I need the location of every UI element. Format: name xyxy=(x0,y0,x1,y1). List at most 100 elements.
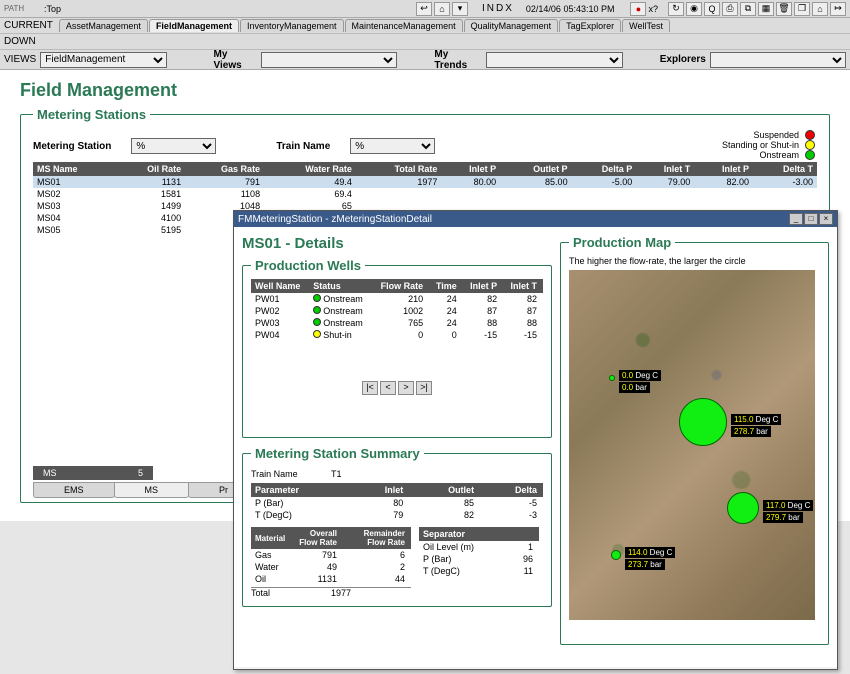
close-button[interactable]: × xyxy=(819,213,833,225)
bottom-tab-ms[interactable]: MS xyxy=(114,482,190,498)
green-dot-icon xyxy=(805,150,815,160)
detail-title: MS01 - Details xyxy=(242,235,552,252)
wells-pager: |< < > >| xyxy=(251,381,543,395)
train-name-value: T1 xyxy=(331,469,342,479)
total-label: Total xyxy=(251,588,321,598)
window-icon[interactable]: ❐ xyxy=(794,2,810,16)
map-pressure-label: 0.0 bar xyxy=(619,382,650,393)
exit-icon[interactable]: ↦ xyxy=(830,2,846,16)
refresh-icon[interactable]: ↻ xyxy=(668,2,684,16)
search-icon[interactable]: Q xyxy=(704,2,720,16)
map-well-circle[interactable] xyxy=(727,492,759,524)
filter-row: Metering Station % Train Name % xyxy=(33,138,817,154)
table-row[interactable]: MS01113179149.4197780.0085.00-5.0079.008… xyxy=(33,176,817,188)
train-filter-label: Train Name xyxy=(276,141,330,152)
minimize-button[interactable]: _ xyxy=(789,213,803,225)
map-temp-label: 115.0 Deg C xyxy=(731,414,781,425)
map-temp-label: 0.0 Deg C xyxy=(619,370,661,381)
page-title: Field Management xyxy=(20,80,830,101)
tab-qualitymanagement[interactable]: QualityManagement xyxy=(464,19,559,32)
current-label: CURRENT xyxy=(4,20,53,31)
module-tabs: AssetManagementFieldManagementInventoryM… xyxy=(59,19,671,32)
explorers-label: Explorers xyxy=(660,54,706,65)
separator-header: Separator xyxy=(419,527,539,541)
path-value: :Top xyxy=(44,4,61,14)
train-filter-select[interactable]: % xyxy=(350,138,435,154)
back-icon[interactable]: ↩ xyxy=(416,2,432,16)
copy-icon[interactable]: ⧉ xyxy=(740,2,756,16)
window-titlebar[interactable]: FMMeteringStation - zMeteringStationDeta… xyxy=(234,211,837,227)
summary-legend: Metering Station Summary xyxy=(251,446,424,461)
current-row: CURRENT AssetManagementFieldManagementIn… xyxy=(0,18,850,34)
status-legend: Suspended Standing or Shut-in Onstream xyxy=(722,130,815,160)
red-dot-icon xyxy=(805,130,815,140)
tab-assetmanagement[interactable]: AssetManagement xyxy=(59,19,148,32)
legend-onstream: Onstream xyxy=(759,150,799,160)
legend-standing: Standing or Shut-in xyxy=(722,140,799,150)
map-well-circle[interactable] xyxy=(611,550,621,560)
table-row[interactable]: PW01Onstream210248282 xyxy=(251,293,543,305)
grid-icon[interactable]: ▦ xyxy=(758,2,774,16)
tab-welltest[interactable]: WellTest xyxy=(622,19,670,32)
dropdown-icon[interactable]: ▾ xyxy=(452,2,468,16)
train-name-label: Train Name xyxy=(251,469,321,479)
footer-count: 5 xyxy=(123,466,153,480)
summary-fieldset: Metering Station Summary Train NameT1 Pa… xyxy=(242,446,552,607)
down-row: DOWN xyxy=(0,34,850,50)
map-pressure-label: 278.7 bar xyxy=(731,426,771,437)
total-value: 1977 xyxy=(331,588,351,598)
footer-label: MS xyxy=(33,466,123,480)
map-legend: Production Map xyxy=(569,235,675,250)
down-label: DOWN xyxy=(4,36,36,47)
map-well-circle[interactable] xyxy=(679,398,727,446)
map-well-circle[interactable] xyxy=(609,375,615,381)
wells-table: Well NameStatusFlow RateTimeInlet PInlet… xyxy=(251,279,543,341)
yellow-dot-icon xyxy=(805,140,815,150)
table-row[interactable]: PW04Shut-in00-15-15 xyxy=(251,329,543,341)
material-table: MaterialOverall Flow RateRemainder Flow … xyxy=(251,527,411,585)
map-fieldset: Production Map The higher the flow-rate,… xyxy=(560,235,829,645)
maximize-button[interactable]: □ xyxy=(804,213,818,225)
tab-maintenancemanagement[interactable]: MaintenanceManagement xyxy=(345,19,463,32)
legend-suspended: Suspended xyxy=(753,130,799,140)
first-page-button[interactable]: |< xyxy=(362,381,378,395)
help-x[interactable]: x? xyxy=(648,4,658,14)
tab-tagexplorer[interactable]: TagExplorer xyxy=(559,19,621,32)
myviews-dropdown[interactable] xyxy=(261,52,397,68)
ms-filter-label: Metering Station xyxy=(33,141,111,152)
last-page-button[interactable]: >| xyxy=(416,381,432,395)
map-pressure-label: 273.7 bar xyxy=(625,559,665,570)
map-temp-label: 117.0 Deg C xyxy=(763,500,813,511)
production-map: 0.0 Deg C0.0 bar 115.0 Deg C278.7 bar 117.… xyxy=(569,270,815,620)
wells-fieldset: Production Wells Well NameStatusFlow Rat… xyxy=(242,258,552,438)
separator-table: Separator Oil Level (m)1P (Bar)96T (DegC… xyxy=(419,527,539,577)
table-row[interactable]: MS021581110869.4 xyxy=(33,188,817,200)
mytrends-label: My Trends xyxy=(434,49,482,71)
mytrends-dropdown[interactable] xyxy=(486,52,622,68)
views-row: VIEWS FieldManagement My Views My Trends… xyxy=(0,50,850,70)
delete-icon[interactable]: 🗑 xyxy=(776,2,792,16)
views-dropdown[interactable]: FieldManagement xyxy=(40,52,166,68)
indx-logo: INDX xyxy=(482,3,514,14)
top-toolbar: PATH :Top ↩ ⌂ ▾ INDX 02/14/06 05:43:10 P… xyxy=(0,0,850,18)
table-row[interactable]: PW03Onstream765248888 xyxy=(251,317,543,329)
tab-fieldmanagement[interactable]: FieldManagement xyxy=(149,19,239,32)
detail-window: FMMeteringStation - zMeteringStationDeta… xyxy=(233,210,838,670)
bottom-tab-ems[interactable]: EMS xyxy=(33,482,115,498)
help-icon[interactable]: ● xyxy=(630,2,646,16)
explorers-dropdown[interactable] xyxy=(710,52,846,68)
table-row[interactable]: PW02Onstream1002248787 xyxy=(251,305,543,317)
map-temp-label: 114.0 Deg C xyxy=(625,547,675,558)
ms-filter-select[interactable]: % xyxy=(131,138,216,154)
prev-page-button[interactable]: < xyxy=(380,381,396,395)
next-page-button[interactable]: > xyxy=(398,381,414,395)
house-icon[interactable]: ⌂ xyxy=(812,2,828,16)
tab-inventorymanagement[interactable]: InventoryManagement xyxy=(240,19,344,32)
datetime: 02/14/06 05:43:10 PM xyxy=(526,4,615,14)
home-icon[interactable]: ⌂ xyxy=(434,2,450,16)
fieldset-legend: Metering Stations xyxy=(33,107,150,122)
map-pressure-label: 279.7 bar xyxy=(763,512,803,523)
path-label: PATH xyxy=(4,4,42,13)
print-icon[interactable]: ⎙ xyxy=(722,2,738,16)
globe-icon[interactable]: ◉ xyxy=(686,2,702,16)
